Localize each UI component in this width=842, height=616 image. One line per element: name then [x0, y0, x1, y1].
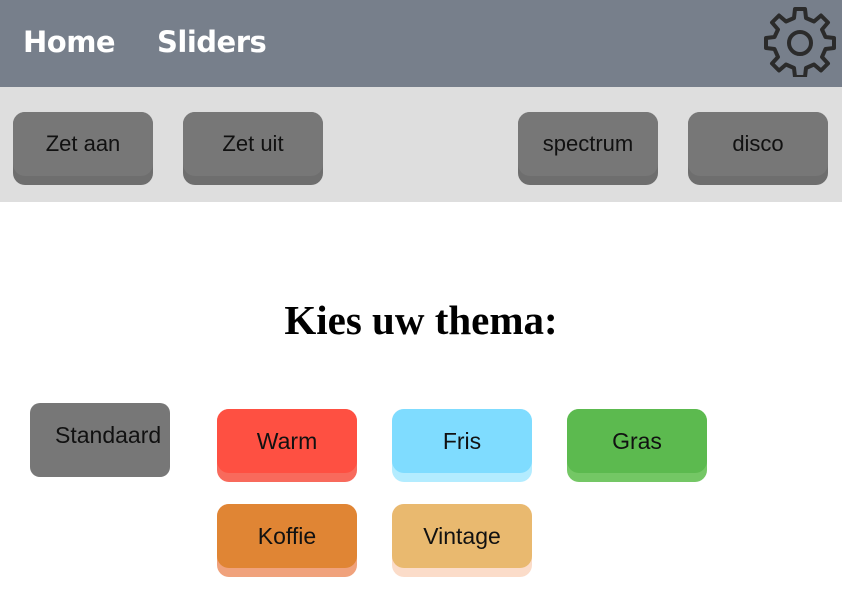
action-toolbar: Zet aan Zet uit spectrum disco	[0, 87, 842, 202]
nav-link-home[interactable]: Home	[23, 24, 116, 60]
theme-gras-label: Gras	[567, 409, 707, 473]
nav-link-sliders[interactable]: Sliders	[157, 24, 267, 60]
turn-on-label: Zet aan	[13, 112, 153, 176]
top-navbar: Home Sliders	[0, 0, 842, 87]
theme-gras-button[interactable]: Gras	[567, 409, 707, 482]
turn-on-button[interactable]: Zet aan	[13, 112, 153, 185]
theme-standaard-button[interactable]: Standaard	[30, 403, 170, 477]
theme-koffie-label: Koffie	[217, 504, 357, 568]
turn-off-label: Zet uit	[183, 112, 323, 176]
turn-off-button[interactable]: Zet uit	[183, 112, 323, 185]
spectrum-label: spectrum	[518, 112, 658, 176]
theme-warm-label: Warm	[217, 409, 357, 473]
disco-label: disco	[688, 112, 828, 176]
theme-fris-label: Fris	[392, 409, 532, 473]
theme-warm-button[interactable]: Warm	[217, 409, 357, 482]
spectrum-button[interactable]: spectrum	[518, 112, 658, 185]
theme-vintage-label: Vintage	[392, 504, 532, 568]
theme-heading: Kies uw thema:	[284, 297, 558, 343]
theme-fris-button[interactable]: Fris	[392, 409, 532, 482]
disco-button[interactable]: disco	[688, 112, 828, 185]
gear-icon[interactable]	[764, 5, 836, 77]
theme-koffie-button[interactable]: Koffie	[217, 504, 357, 577]
theme-vintage-button[interactable]: Vintage	[392, 504, 532, 577]
